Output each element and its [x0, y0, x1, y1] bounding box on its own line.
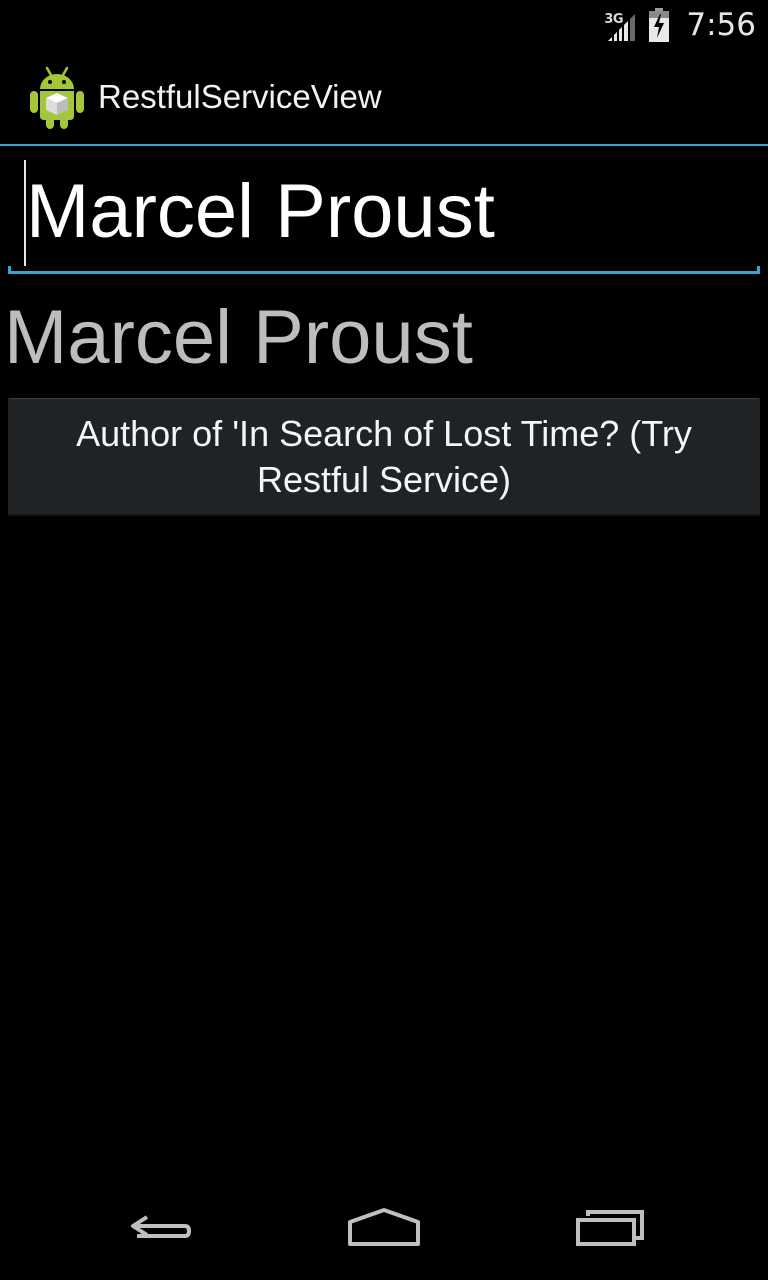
input-underline [8, 266, 760, 274]
status-icons: 3G 7:56 [604, 0, 756, 50]
navigation-bar [0, 1184, 768, 1280]
back-icon[interactable] [110, 1198, 210, 1258]
status-bar: 3G 7:56 [0, 0, 768, 50]
signal-icon: 3G [604, 8, 638, 42]
result-text: Marcel Proust [4, 295, 473, 380]
recents-icon[interactable] [560, 1198, 660, 1258]
try-restful-service-button[interactable]: Author of 'In Search of Lost Time? (Try … [8, 398, 760, 516]
app-title: RestfulServiceView [98, 78, 382, 115]
action-bar: RestfulServiceView [0, 50, 768, 146]
battery-charging-icon [648, 8, 670, 42]
author-input[interactable]: Marcel Proust [8, 156, 760, 274]
home-icon[interactable] [334, 1198, 434, 1258]
status-clock: 7:56 [686, 7, 756, 43]
try-restful-service-button-label: Author of 'In Search of Lost Time? (Try … [76, 412, 692, 500]
author-input-value: Marcel Proust [26, 169, 495, 254]
android-app-icon[interactable] [28, 64, 86, 130]
